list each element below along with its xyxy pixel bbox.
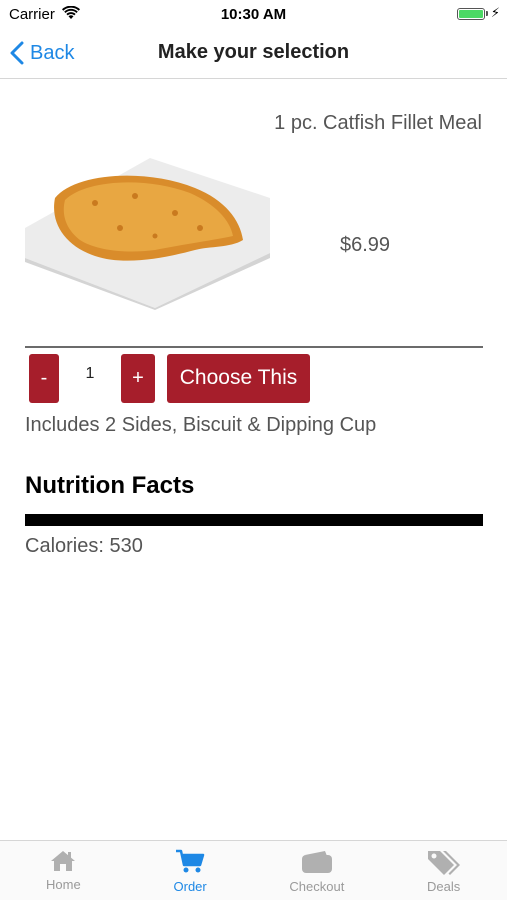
tab-label-home: Home (46, 877, 81, 892)
tab-label-order: Order (173, 879, 207, 894)
calories-text: Calories: 530 (25, 535, 143, 557)
increase-quantity-button[interactable]: + (121, 353, 155, 403)
tab-deals[interactable]: Deals (380, 841, 507, 900)
cart-icon (176, 849, 205, 873)
tab-label-checkout: Checkout (289, 879, 345, 894)
quantity-value: 1 (85, 365, 95, 382)
status-bar: Carrier 10:30 AM ⚡ (0, 0, 507, 28)
divider (25, 346, 483, 348)
tab-checkout[interactable]: Checkout (254, 841, 381, 900)
choose-this-button[interactable]: Choose This (167, 353, 310, 403)
decrease-quantity-button[interactable]: - (29, 353, 59, 403)
item-name: 1 pc. Catfish Fillet Meal (274, 112, 482, 134)
home-icon (51, 851, 76, 871)
status-time: 10:30 AM (220, 6, 287, 23)
quantity-stepper: - 1 + Choose This (29, 353, 310, 403)
nutrition-facts-heading: Nutrition Facts (25, 472, 195, 499)
tags-icon (427, 851, 460, 875)
item-price: $6.99 (340, 234, 391, 256)
page-title: Make your selection (157, 41, 350, 63)
tab-home[interactable]: Home (0, 841, 127, 900)
navigation-bar: Back Make your selection (0, 28, 507, 79)
nutrition-divider (25, 514, 483, 526)
tab-order[interactable]: Order (127, 841, 254, 900)
catfish-fillet-image (25, 158, 270, 310)
tab-label-deals: Deals (427, 879, 461, 894)
item-includes: Includes 2 Sides, Biscuit & Dipping Cup (25, 414, 377, 436)
battery-icon (457, 8, 485, 20)
wallet-icon (301, 851, 332, 873)
charging-icon: ⚡ (490, 5, 500, 20)
battery-tip (486, 11, 488, 16)
tab-bar: Home Order Checkout Deals (0, 840, 507, 900)
